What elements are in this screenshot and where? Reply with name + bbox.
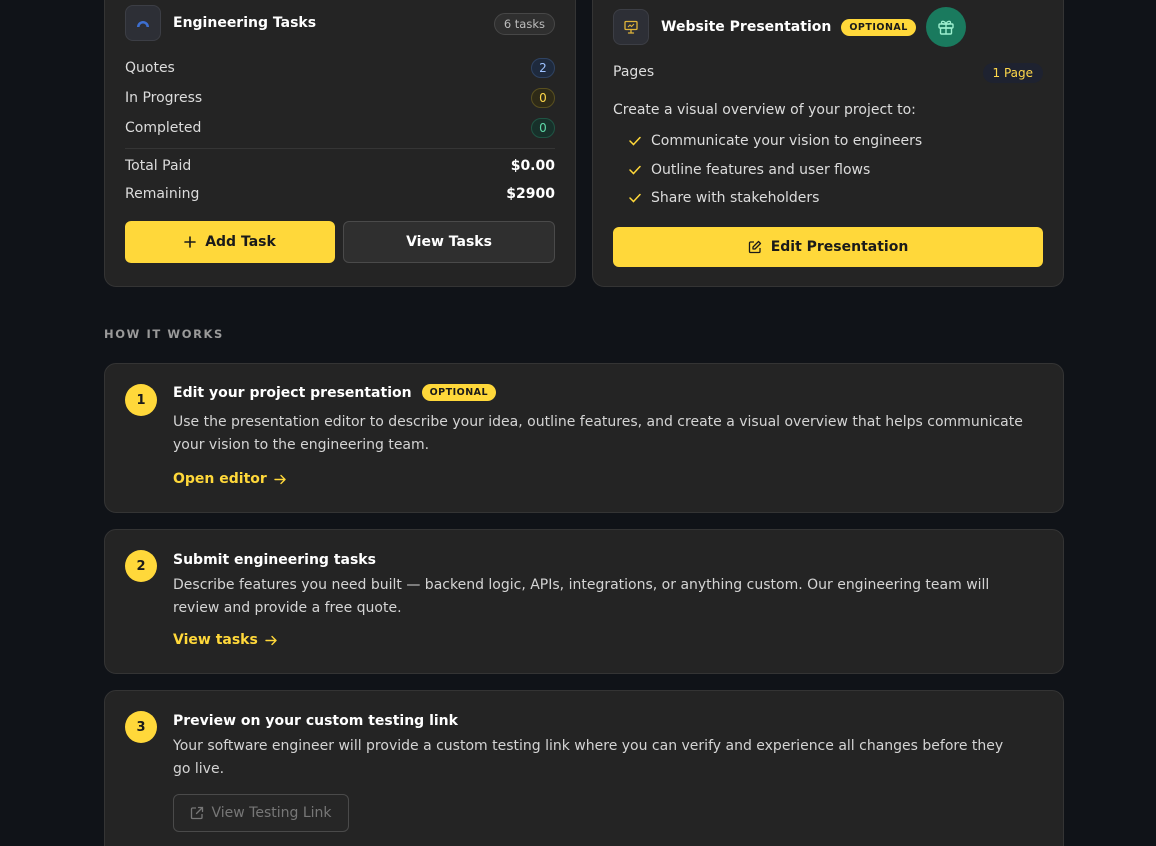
view-tasks-link-label: View tasks bbox=[173, 632, 258, 648]
gift-icon[interactable] bbox=[925, 7, 966, 47]
arrow-right-icon bbox=[265, 635, 278, 646]
stat-row-completed: Completed 0 bbox=[125, 118, 555, 138]
step-card-2: 2 Submit engineering tasks Describe feat… bbox=[104, 529, 1064, 674]
remaining-label: Remaining bbox=[125, 186, 200, 202]
step-card-3: 3 Preview on your custom testing link Yo… bbox=[104, 690, 1064, 846]
stat-row-in-progress: In Progress 0 bbox=[125, 88, 555, 108]
add-task-label: Add Task bbox=[205, 234, 276, 250]
step-number: 1 bbox=[125, 384, 157, 416]
tasks-card-header: Engineering Tasks bbox=[125, 5, 316, 41]
page: Engineering Tasks 6 tasks Quotes 2 In Pr… bbox=[0, 0, 1156, 846]
presentation-icon bbox=[613, 9, 649, 45]
presentation-card-header: Website Presentation OPTIONAL bbox=[613, 7, 966, 47]
stat-row-quotes: Quotes 2 bbox=[125, 58, 555, 78]
step-card-1: 1 Edit your project presentation OPTIONA… bbox=[104, 363, 1064, 513]
step-description: Use the presentation editor to describe … bbox=[173, 414, 1023, 453]
optional-badge: OPTIONAL bbox=[421, 384, 497, 401]
checklist-item: Share with stakeholders bbox=[629, 190, 819, 206]
view-tasks-button[interactable]: View Tasks bbox=[343, 221, 555, 263]
stat-label: Quotes bbox=[125, 60, 175, 76]
step-number: 3 bbox=[125, 711, 157, 743]
edit-presentation-label: Edit Presentation bbox=[770, 239, 909, 255]
remaining-row: Remaining $2900 bbox=[125, 186, 555, 202]
checklist-text: Share with stakeholders bbox=[651, 190, 820, 206]
edit-icon bbox=[748, 240, 762, 254]
view-tasks-label: View Tasks bbox=[406, 234, 492, 250]
total-paid-row: Total Paid $0.00 bbox=[125, 158, 555, 174]
step-description: Your software engineer will provide a cu… bbox=[173, 738, 1004, 777]
add-task-button[interactable]: Add Task bbox=[125, 221, 335, 263]
checklist-text: Outline features and user flows bbox=[651, 162, 871, 178]
presentation-card-title: Website Presentation bbox=[661, 19, 832, 35]
remaining-value: $2900 bbox=[506, 186, 555, 202]
check-icon bbox=[629, 193, 641, 203]
step-title: Preview on your custom testing link bbox=[173, 713, 458, 729]
checklist-item: Communicate your vision to engineers bbox=[629, 133, 922, 149]
how-it-works-heading: HOW IT WORKS bbox=[104, 327, 224, 341]
stat-label: In Progress bbox=[125, 90, 203, 106]
step-title-text: Submit engineering tasks bbox=[173, 552, 376, 568]
step-title-text: Edit your project presentation bbox=[173, 384, 412, 401]
tasks-card-title: Engineering Tasks bbox=[173, 15, 317, 31]
external-link-icon bbox=[190, 806, 204, 820]
pages-label: Pages bbox=[613, 64, 655, 80]
view-testing-link-button[interactable]: View Testing Link bbox=[173, 794, 349, 832]
checklist-item: Outline features and user flows bbox=[629, 162, 870, 178]
step-title: Edit your project presentation OPTIONAL bbox=[173, 384, 497, 401]
check-icon bbox=[629, 165, 641, 175]
stat-label: Completed bbox=[125, 120, 202, 136]
open-editor-link[interactable]: Open editor bbox=[173, 471, 287, 487]
task-count-badge: 6 tasks bbox=[493, 13, 555, 35]
view-testing-link-label: View Testing Link bbox=[211, 805, 332, 821]
checklist-text: Communicate your vision to engineers bbox=[651, 133, 923, 149]
step-title: Submit engineering tasks bbox=[173, 552, 376, 568]
total-paid-value: $0.00 bbox=[510, 158, 555, 174]
divider bbox=[125, 148, 555, 149]
website-presentation-card: Website Presentation OPTIONAL Pages 1 Pa… bbox=[592, 0, 1064, 287]
engineering-tasks-card: Engineering Tasks 6 tasks Quotes 2 In Pr… bbox=[104, 0, 576, 287]
open-editor-label: Open editor bbox=[173, 471, 267, 487]
plus-icon bbox=[184, 236, 197, 248]
step-description: Describe features you need built — backe… bbox=[173, 577, 990, 616]
check-icon bbox=[629, 136, 641, 146]
view-tasks-link[interactable]: View tasks bbox=[173, 632, 278, 648]
completed-count-badge: 0 bbox=[531, 118, 555, 138]
edit-presentation-button[interactable]: Edit Presentation bbox=[613, 227, 1043, 267]
pages-count-badge: 1 Page bbox=[982, 63, 1043, 83]
step-number: 2 bbox=[125, 550, 157, 582]
presentation-intro: Create a visual overview of your project… bbox=[613, 102, 916, 118]
app-icon bbox=[125, 5, 161, 41]
arrow-right-icon bbox=[274, 474, 287, 485]
total-paid-label: Total Paid bbox=[125, 158, 192, 174]
quotes-count-badge: 2 bbox=[531, 58, 555, 78]
optional-badge: OPTIONAL bbox=[841, 18, 916, 36]
in-progress-count-badge: 0 bbox=[531, 88, 555, 108]
step-title-text: Preview on your custom testing link bbox=[173, 713, 458, 729]
